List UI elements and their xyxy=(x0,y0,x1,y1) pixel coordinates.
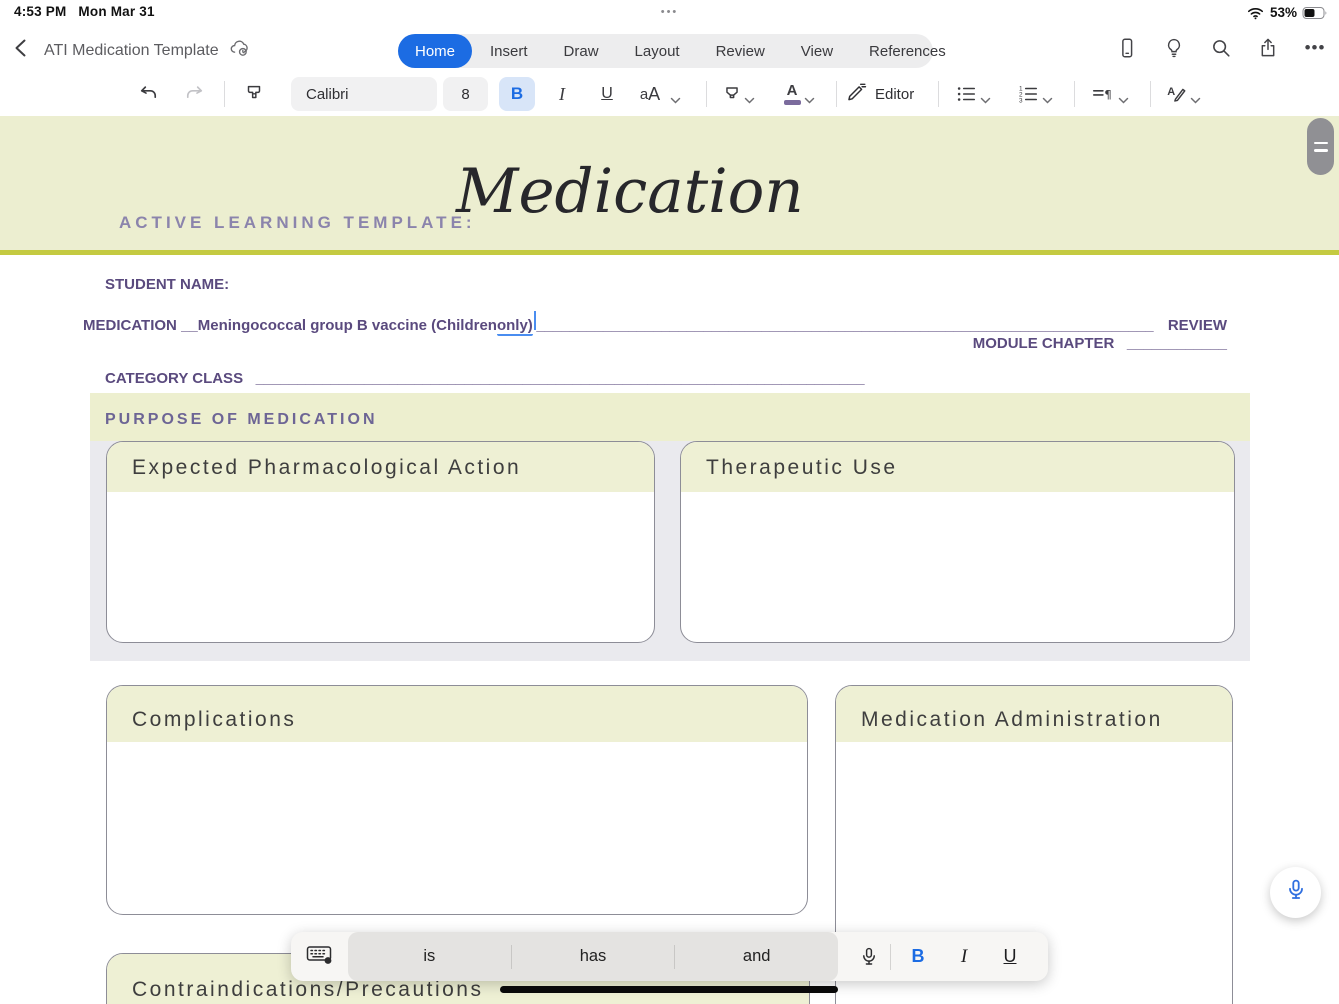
bold-button[interactable]: B xyxy=(895,946,941,967)
editor-button[interactable]: Editor xyxy=(846,79,914,109)
dictation-mic-icon xyxy=(1284,878,1308,907)
box-title: Therapeutic Use xyxy=(706,456,898,479)
drawn-black-line xyxy=(500,986,838,993)
more-icon[interactable]: ••• xyxy=(1303,36,1327,60)
italic-button[interactable]: I xyxy=(546,79,578,109)
share-icon[interactable] xyxy=(1256,36,1280,60)
cloud-sync-icon[interactable] xyxy=(227,37,251,64)
chevron-down-icon[interactable] xyxy=(1118,91,1129,104)
numbered-list-icon[interactable]: 123 xyxy=(1012,79,1044,109)
formatting-toolbar: Calibri 8 B I U aA A Editor 123 ¶ A xyxy=(0,72,1339,116)
bullet-list-icon[interactable] xyxy=(950,79,982,109)
search-icon[interactable] xyxy=(1209,36,1233,60)
medication-label: MEDICATION xyxy=(83,317,177,334)
medication-value-marked[interactable]: only) xyxy=(496,317,533,336)
battery-percent: 53% xyxy=(1269,5,1297,20)
tab-draw[interactable]: Draw xyxy=(546,34,617,68)
therapeutic-use-box[interactable]: Therapeutic Use xyxy=(680,441,1235,643)
chevron-down-icon[interactable] xyxy=(744,91,755,104)
category-class-label: CATEGORY CLASS xyxy=(105,370,244,387)
purpose-section-label: PURPOSE OF MEDICATION xyxy=(105,411,378,428)
underline-button[interactable]: U xyxy=(987,946,1033,967)
module-chapter-line[interactable]: MODULE CHAPTER ____________ xyxy=(973,335,1227,352)
bold-button[interactable]: B xyxy=(499,77,535,111)
category-class-blank[interactable]: ________________________________________… xyxy=(256,370,865,387)
redo-icon xyxy=(178,79,210,109)
chevron-down-icon[interactable] xyxy=(804,91,815,104)
suggestion-and[interactable]: and xyxy=(675,947,838,966)
module-chapter-label: MODULE CHAPTER xyxy=(972,335,1115,352)
underline-button[interactable]: U xyxy=(591,79,623,109)
tab-layout[interactable]: Layout xyxy=(617,34,698,68)
dictation-mic-button[interactable] xyxy=(1270,867,1321,918)
format-painter-icon[interactable] xyxy=(238,79,270,109)
tab-home[interactable]: Home xyxy=(398,34,473,68)
box-title: Complications xyxy=(132,708,297,731)
font-size-select[interactable]: 8 xyxy=(443,77,488,111)
mobile-view-icon[interactable] xyxy=(1115,36,1139,60)
template-title: Medication xyxy=(456,156,804,227)
suggestion-has[interactable]: has xyxy=(512,947,675,966)
suggestion-is[interactable]: is xyxy=(348,947,511,966)
nav-bar: ATI Medication Template Home Insert Draw… xyxy=(0,25,1339,72)
paragraph-format-icon[interactable]: ¶ xyxy=(1086,79,1118,109)
ribbon-tabs: Home Insert Draw Layout Review View Refe… xyxy=(398,34,946,68)
chevron-down-icon[interactable] xyxy=(980,91,991,104)
tab-references[interactable]: References xyxy=(851,34,964,68)
undo-icon[interactable] xyxy=(133,79,165,109)
svg-text:A: A xyxy=(1167,86,1175,98)
italic-button[interactable]: I xyxy=(941,946,987,968)
purpose-section-banner: PURPOSE OF MEDICATION xyxy=(90,393,1250,441)
review-label: REVIEW xyxy=(1167,317,1227,334)
screen: 4:53 PM Mon Mar 31 ••• 53% ATI Medication… xyxy=(0,0,1339,1004)
medication-line[interactable]: MEDICATION __ Meningococcal group B vacc… xyxy=(83,311,1227,336)
chevron-down-icon[interactable] xyxy=(670,91,681,104)
tab-review[interactable]: Review xyxy=(698,34,783,68)
expected-pharmacological-action-box[interactable]: Expected Pharmacological Action xyxy=(106,441,655,643)
header-rule xyxy=(0,250,1339,255)
template-label: ACTIVE LEARNING TEMPLATE: xyxy=(119,213,476,232)
category-class-line[interactable]: CATEGORY CLASS _________________________… xyxy=(105,370,865,387)
document-title[interactable]: ATI Medication Template xyxy=(44,42,219,60)
predictive-text-bar: is has and xyxy=(348,932,838,981)
scrollbar-handle[interactable] xyxy=(1307,118,1334,175)
tab-insert[interactable]: Insert xyxy=(472,34,546,68)
tab-view[interactable]: View xyxy=(783,34,851,68)
student-name-label[interactable]: STUDENT NAME: xyxy=(105,276,229,293)
back-icon[interactable] xyxy=(10,36,36,62)
keyboard-icon[interactable] xyxy=(305,942,333,971)
module-chapter-blank[interactable]: ____________ xyxy=(1127,335,1227,352)
mic-icon[interactable] xyxy=(852,946,886,968)
svg-text:¶: ¶ xyxy=(1104,88,1112,102)
svg-text:3: 3 xyxy=(1019,97,1023,104)
input-accessory-bar: is has and B I U xyxy=(291,932,1048,981)
wifi-icon xyxy=(1246,3,1265,22)
styles-icon[interactable]: A xyxy=(1160,79,1192,109)
chevron-down-icon[interactable] xyxy=(1190,91,1201,104)
multitask-dots: ••• xyxy=(660,6,679,18)
battery-icon xyxy=(1302,6,1329,20)
box-title: Expected Pharmacological Action xyxy=(132,456,522,479)
chevron-down-icon[interactable] xyxy=(1042,91,1053,104)
medication-value[interactable]: Meningococcal group B vaccine (Children xyxy=(198,317,497,334)
medication-blank-line[interactable]: ________________________________________… xyxy=(536,317,1163,334)
text-case-button[interactable]: aA xyxy=(634,79,666,109)
editor-pen-icon xyxy=(846,81,868,107)
complications-box[interactable]: Complications xyxy=(106,685,808,915)
lightbulb-icon[interactable] xyxy=(1162,36,1186,60)
box-title: Medication Administration xyxy=(861,708,1163,731)
editor-label: Editor xyxy=(875,85,915,103)
status-bar: 4:53 PM Mon Mar 31 ••• 53% xyxy=(0,0,1339,25)
medication-prefix: __ xyxy=(181,317,198,334)
font-name-select[interactable]: Calibri xyxy=(291,77,437,111)
